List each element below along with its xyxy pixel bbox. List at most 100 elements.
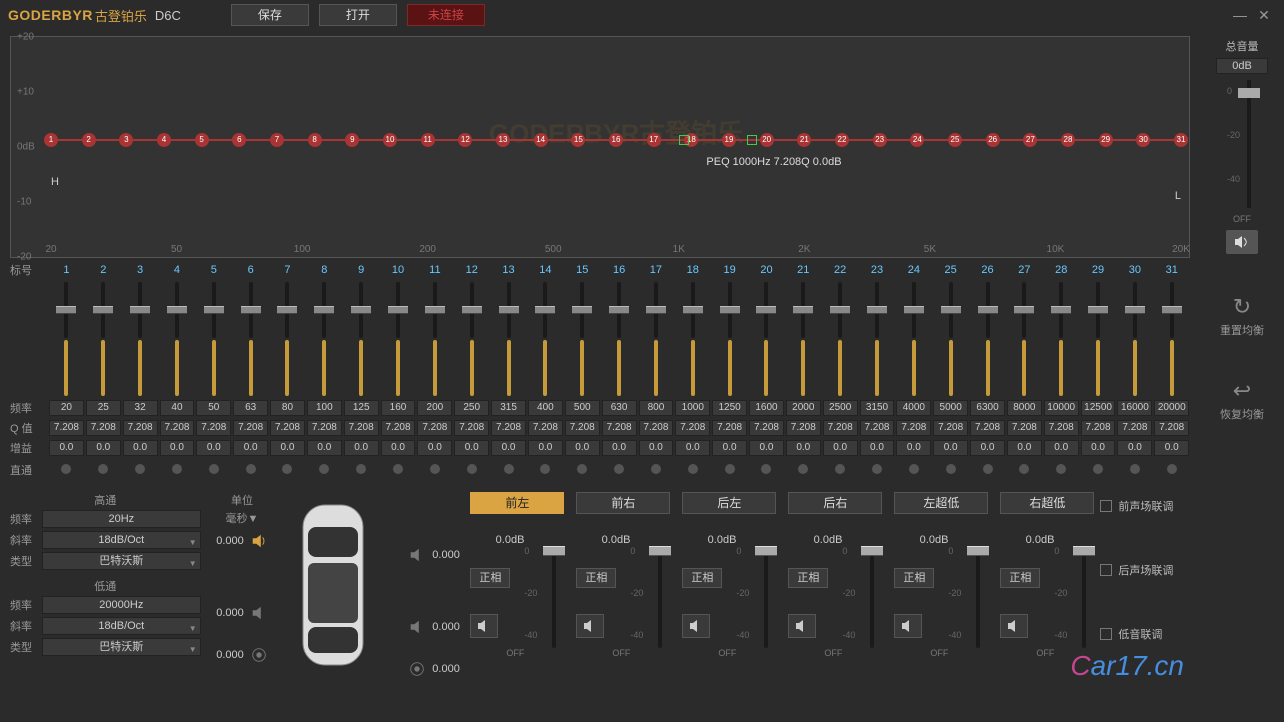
eq-gain-cell[interactable]: 0.0 (123, 440, 158, 456)
eq-freq-cell[interactable]: 20 (49, 400, 84, 416)
eq-q-cell[interactable]: 7.208 (344, 420, 379, 436)
eq-freq-cell[interactable]: 100 (307, 400, 342, 416)
band-number[interactable]: 27 (1006, 264, 1043, 276)
eq-gain-slider[interactable] (527, 282, 564, 396)
eq-gain-slider[interactable] (601, 282, 638, 396)
eq-gain-slider[interactable] (969, 282, 1006, 396)
delay-subr-value[interactable]: 0.000 (432, 663, 460, 675)
peq-band-marker[interactable]: 5 (195, 133, 209, 147)
eq-freq-cell[interactable]: 1250 (712, 400, 747, 416)
eq-gain-slider[interactable] (1153, 282, 1190, 396)
eq-bypass-toggle[interactable] (527, 464, 564, 477)
band-number[interactable]: 5 (195, 264, 232, 276)
eq-freq-cell[interactable]: 32 (123, 400, 158, 416)
band-number[interactable]: 18 (674, 264, 711, 276)
band-number[interactable]: 16 (601, 264, 638, 276)
eq-freq-cell[interactable]: 16000 (1117, 400, 1152, 416)
eq-bypass-toggle[interactable] (638, 464, 675, 477)
eq-gain-cell[interactable]: 0.0 (381, 440, 416, 456)
phase-button[interactable]: 正相 (1000, 568, 1040, 588)
peq-selection-box[interactable] (747, 135, 757, 145)
band-number[interactable]: 23 (859, 264, 896, 276)
front-link-checkbox[interactable]: 前声场联调 (1100, 498, 1190, 514)
eq-gain-cell[interactable]: 0.0 (602, 440, 637, 456)
peq-band-marker[interactable]: 20 (760, 133, 774, 147)
eq-bypass-toggle[interactable] (1116, 464, 1153, 477)
eq-bypass-toggle[interactable] (85, 464, 122, 477)
channel-gain-slider[interactable]: 0-20-40OFF (524, 548, 564, 638)
eq-gain-slider[interactable] (195, 282, 232, 396)
eq-bypass-toggle[interactable] (343, 464, 380, 477)
eq-gain-cell[interactable]: 0.0 (1007, 440, 1042, 456)
minimize-button[interactable]: — (1228, 3, 1252, 27)
eq-freq-cell[interactable]: 2000 (786, 400, 821, 416)
eq-bypass-toggle[interactable] (232, 464, 269, 477)
eq-gain-cell[interactable]: 0.0 (1081, 440, 1116, 456)
peq-band-marker[interactable]: 1 (44, 133, 58, 147)
eq-q-cell[interactable]: 7.208 (491, 420, 526, 436)
phase-button[interactable]: 正相 (682, 568, 722, 588)
band-number[interactable]: 15 (564, 264, 601, 276)
eq-bypass-toggle[interactable] (122, 464, 159, 477)
eq-bypass-toggle[interactable] (1043, 464, 1080, 477)
band-number[interactable]: 2 (85, 264, 122, 276)
eq-gain-cell[interactable]: 0.0 (454, 440, 489, 456)
channel-select-button[interactable]: 左超低 (894, 492, 988, 514)
peq-band-marker[interactable]: 22 (835, 133, 849, 147)
rear-link-checkbox[interactable]: 后声场联调 (1100, 562, 1190, 578)
eq-gain-slider[interactable] (564, 282, 601, 396)
eq-gain-cell[interactable]: 0.0 (344, 440, 379, 456)
channel-mute-button[interactable] (576, 614, 604, 638)
phase-button[interactable]: 正相 (894, 568, 934, 588)
phase-button[interactable]: 正相 (576, 568, 616, 588)
eq-q-cell[interactable]: 7.208 (786, 420, 821, 436)
eq-freq-cell[interactable]: 630 (602, 400, 637, 416)
peq-band-marker[interactable]: 2 (82, 133, 96, 147)
eq-q-cell[interactable]: 7.208 (528, 420, 563, 436)
eq-bypass-toggle[interactable] (932, 464, 969, 477)
eq-bypass-toggle[interactable] (1153, 464, 1190, 477)
band-number[interactable]: 20 (748, 264, 785, 276)
eq-freq-cell[interactable]: 2500 (823, 400, 858, 416)
peq-band-marker[interactable]: 23 (873, 133, 887, 147)
band-number[interactable]: 4 (159, 264, 196, 276)
delay-subl-value[interactable]: 0.000 (216, 649, 244, 661)
band-number[interactable]: 13 (490, 264, 527, 276)
open-button[interactable]: 打开 (319, 4, 397, 26)
eq-gain-cell[interactable]: 0.0 (528, 440, 563, 456)
channel-mute-button[interactable] (894, 614, 922, 638)
eq-q-cell[interactable]: 7.208 (381, 420, 416, 436)
peq-band-marker[interactable]: 6 (232, 133, 246, 147)
eq-q-cell[interactable]: 7.208 (86, 420, 121, 436)
delay-unit-select[interactable]: 毫秒▼ (215, 510, 270, 526)
eq-gain-cell[interactable]: 0.0 (970, 440, 1005, 456)
eq-q-cell[interactable]: 7.208 (123, 420, 158, 436)
delay-rl-value[interactable]: 0.000 (216, 607, 244, 619)
band-number[interactable]: 21 (785, 264, 822, 276)
eq-bypass-toggle[interactable] (1006, 464, 1043, 477)
eq-q-cell[interactable]: 7.208 (1044, 420, 1079, 436)
phase-button[interactable]: 正相 (788, 568, 828, 588)
eq-bypass-toggle[interactable] (269, 464, 306, 477)
eq-bypass-toggle[interactable] (822, 464, 859, 477)
eq-bypass-toggle[interactable] (306, 464, 343, 477)
eq-gain-cell[interactable]: 0.0 (160, 440, 195, 456)
band-number[interactable]: 12 (453, 264, 490, 276)
eq-bypass-toggle[interactable] (895, 464, 932, 477)
peq-band-marker[interactable]: 12 (458, 133, 472, 147)
band-number[interactable]: 31 (1153, 264, 1190, 276)
eq-gain-slider[interactable] (1080, 282, 1117, 396)
peq-band-marker[interactable]: 10 (383, 133, 397, 147)
eq-gain-slider[interactable] (48, 282, 85, 396)
eq-q-cell[interactable]: 7.208 (749, 420, 784, 436)
peq-band-marker[interactable]: 11 (421, 133, 435, 147)
eq-bypass-toggle[interactable] (564, 464, 601, 477)
peq-band-marker[interactable]: 21 (797, 133, 811, 147)
band-number[interactable]: 17 (638, 264, 675, 276)
eq-gain-cell[interactable]: 0.0 (1154, 440, 1189, 456)
peq-band-marker[interactable]: 24 (910, 133, 924, 147)
eq-gain-cell[interactable]: 0.0 (1117, 440, 1152, 456)
eq-q-cell[interactable]: 7.208 (823, 420, 858, 436)
eq-gain-cell[interactable]: 0.0 (860, 440, 895, 456)
eq-gain-slider[interactable] (416, 282, 453, 396)
